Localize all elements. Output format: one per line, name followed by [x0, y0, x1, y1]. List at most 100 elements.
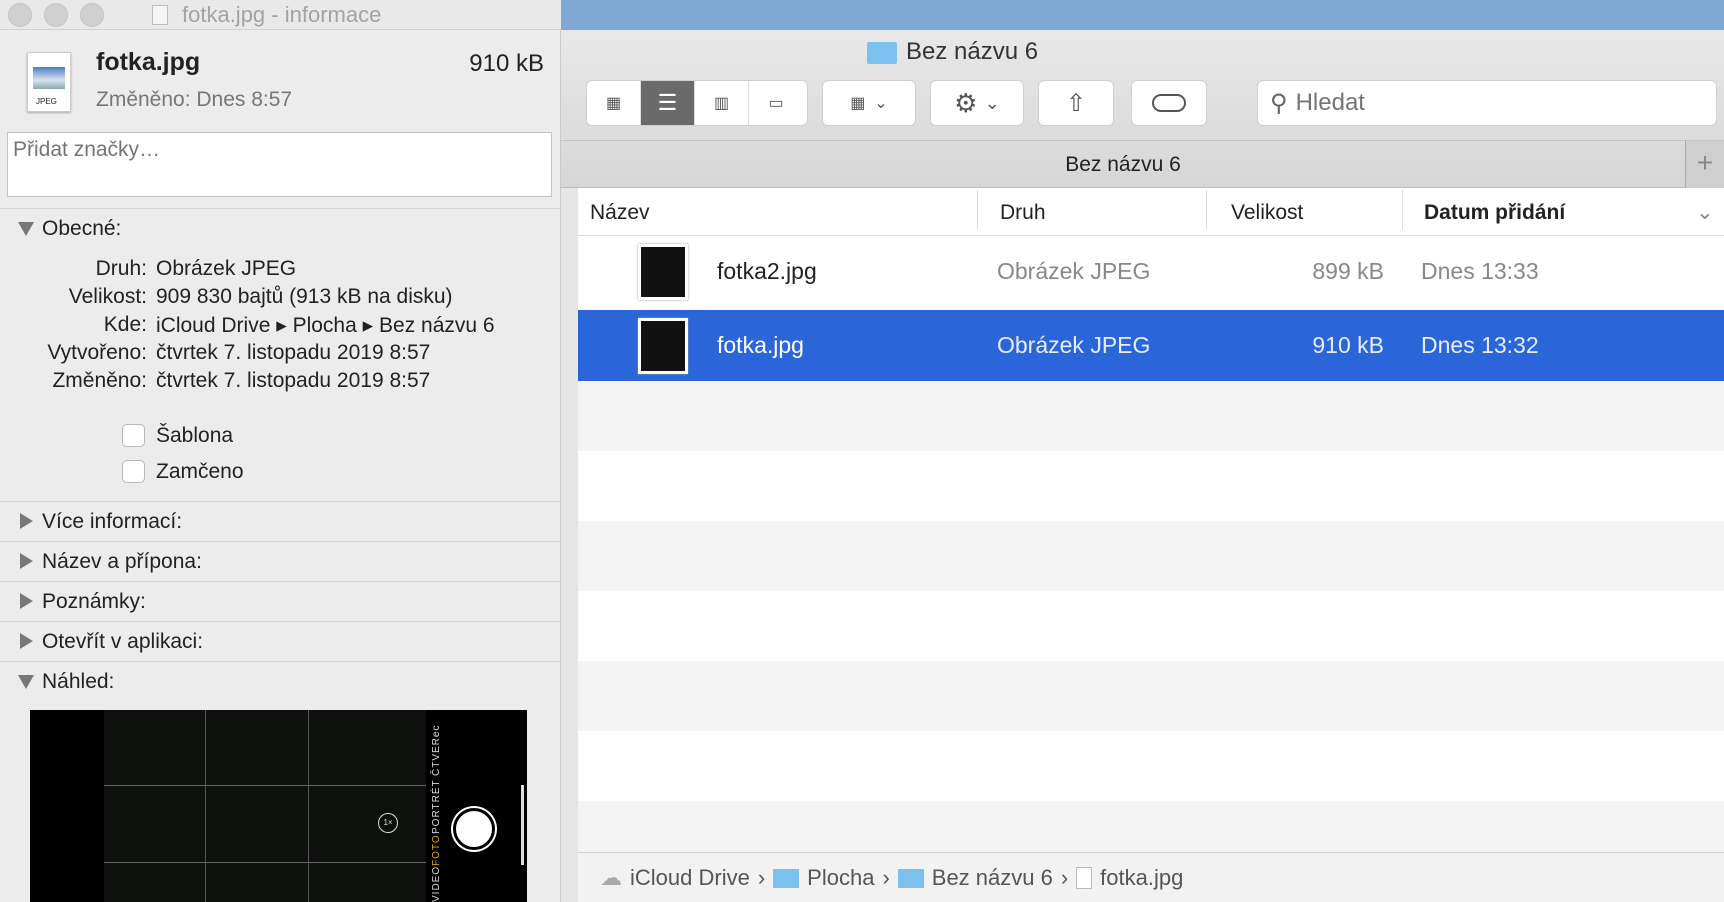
search-field[interactable]: ⚲ [1257, 80, 1717, 126]
file-row[interactable]: fotka2.jpg Obrázek JPEG 899 kB Dnes 13:3… [578, 236, 1724, 307]
new-tab-button[interactable]: + [1685, 140, 1724, 188]
share-button[interactable]: ⇧ [1038, 80, 1114, 126]
column-kind[interactable]: Druh [1000, 201, 1046, 225]
path-item[interactable]: Plocha [807, 865, 874, 891]
view-switcher[interactable]: ▦ ☰ ▥ ▭ [586, 80, 808, 126]
tag-icon [1152, 94, 1186, 112]
finder-toolbar: Bez názvu 6 ▦ ☰ ▥ ▭ ▦ ⌄ ⚙ ⌄ ⇧ ⚲ Bez názv… [561, 30, 1724, 188]
mode-photo: FOTO [431, 834, 442, 866]
gallery-view-button[interactable]: ▭ [749, 81, 803, 125]
stationery-label: Šablona [156, 424, 234, 447]
column-size[interactable]: Velikost [1231, 201, 1303, 225]
folder-icon [897, 868, 924, 888]
section-label: Otevřít v aplikaci: [42, 630, 204, 653]
row-value: iCloud Drive ▸ Plocha ▸ Bez názvu 6 [156, 314, 495, 337]
file-name: fotka.jpg [717, 332, 804, 358]
mode-portrait: PORTRÉT [431, 779, 442, 834]
group-icon: ▦ [850, 95, 866, 112]
cloud-icon: ☁ [600, 865, 622, 890]
tab-bez-nazvu-6[interactable]: Bez názvu 6 [561, 140, 1685, 188]
close-button[interactable] [8, 3, 32, 27]
section-general[interactable]: Obecné: [0, 208, 561, 248]
locked-label: Zamčeno [156, 460, 244, 483]
file-name: fotka.jpg [96, 48, 201, 76]
row-key: Velikost: [68, 285, 147, 308]
tags-input[interactable] [7, 132, 552, 197]
section-preview[interactable]: Náhled: [0, 661, 561, 701]
section-comments[interactable]: Poznámky: [0, 581, 561, 621]
section-name-extension[interactable]: Název a přípona: [0, 541, 561, 581]
shutter-icon [453, 808, 495, 850]
stationery-checkbox[interactable] [122, 424, 145, 447]
action-button[interactable]: ⚙ ⌄ [930, 80, 1024, 126]
section-label: Náhled: [42, 670, 115, 693]
section-open-with[interactable]: Otevřít v aplikaci: [0, 621, 561, 661]
modified-date: Změněno: Dnes 8:57 [96, 88, 293, 111]
row-key: Kde: [103, 313, 147, 336]
info-window: fotka.jpg - informace JPEG fotka.jpg 910… [0, 0, 568, 902]
path-item[interactable]: Bez názvu 6 [932, 865, 1053, 891]
share-icon: ⇧ [1065, 89, 1087, 117]
column-date-added[interactable]: Datum přidání [1424, 201, 1565, 225]
tab-label: Bez názvu 6 [1065, 153, 1181, 176]
file-kind: Obrázek JPEG [997, 332, 1151, 358]
file-date: Dnes 13:33 [1421, 258, 1539, 284]
search-icon: ⚲ [1270, 89, 1288, 117]
jpeg-file-icon [1076, 867, 1093, 889]
row-key: Druh: [95, 257, 147, 280]
path-separator: › [757, 865, 766, 890]
file-row-selected[interactable]: fotka.jpg Obrázek JPEG 910 kB Dnes 13:32 [578, 310, 1724, 381]
section-label: Více informací: [42, 510, 183, 533]
section-label: Obecné: [42, 217, 122, 240]
file-kind: Obrázek JPEG [997, 258, 1151, 284]
column-headers: Název Druh Velikost Datum přidání ⌄ [578, 190, 1724, 236]
jpeg-file-icon: JPEG [27, 52, 71, 112]
row-value: Obrázek JPEG [156, 257, 297, 280]
file-size: 910 kB [1312, 332, 1384, 358]
zoom-button[interactable] [80, 3, 104, 27]
row-key: Změněno: [52, 369, 147, 392]
row-key: Vytvořeno: [47, 341, 147, 364]
gear-icon: ⚙ [954, 87, 978, 118]
chevron-down-icon: ⌄ [874, 95, 888, 112]
minimize-button[interactable] [44, 3, 68, 27]
preview-image: ČTVERec PORTRÉT FOTO VIDEO 1× [30, 710, 527, 902]
window-title: Bez názvu 6 [906, 38, 1039, 65]
file-thumbnail [638, 244, 688, 300]
left-gutter [561, 188, 578, 902]
column-view-button[interactable]: ▥ [695, 81, 749, 125]
empty-rows [578, 381, 1724, 852]
section-label: Poznámky: [42, 590, 146, 613]
chevron-down-icon: ⌄ [984, 92, 1000, 113]
path-separator: › [1060, 865, 1069, 890]
icon-view-button[interactable]: ▦ [587, 81, 641, 125]
sort-chevron-icon: ⌄ [1696, 201, 1714, 224]
mode-video: VIDEO [431, 865, 442, 902]
column-name[interactable]: Název [590, 201, 650, 225]
path-item[interactable]: iCloud Drive [630, 865, 750, 891]
group-button[interactable]: ▦ ⌄ [822, 80, 916, 126]
mode-square: ČTVERec [431, 724, 442, 776]
path-item[interactable]: fotka.jpg [1100, 865, 1183, 891]
file-size: 899 kB [1312, 258, 1384, 284]
search-input[interactable] [1295, 89, 1696, 117]
row-value: čtvrtek 7. listopadu 2019 8:57 [156, 369, 431, 392]
file-size: 910 kB [469, 50, 544, 77]
path-separator: › [882, 865, 890, 890]
scroll-indicator [521, 785, 524, 865]
folder-icon [773, 868, 800, 888]
file-date: Dnes 13:32 [1421, 332, 1539, 358]
window-title: fotka.jpg - informace [182, 2, 382, 27]
row-value: čtvrtek 7. listopadu 2019 8:57 [156, 341, 431, 364]
folder-icon [867, 42, 897, 64]
row-value: 909 830 bajtů (913 kB na disku) [156, 285, 453, 308]
file-thumbnail [638, 318, 688, 374]
icon-label: JPEG [36, 97, 57, 106]
finder-window: Bez názvu 6 ▦ ☰ ▥ ▭ ▦ ⌄ ⚙ ⌄ ⇧ ⚲ Bez názv… [561, 30, 1724, 902]
tag-button[interactable] [1131, 80, 1207, 126]
document-icon [152, 5, 168, 25]
list-view-button[interactable]: ☰ [641, 81, 695, 125]
section-more-info[interactable]: Více informací: [0, 501, 561, 541]
locked-checkbox[interactable] [122, 460, 145, 483]
path-bar: ☁ iCloud Drive › Plocha › Bez názvu 6 › fotk… [578, 852, 1724, 902]
